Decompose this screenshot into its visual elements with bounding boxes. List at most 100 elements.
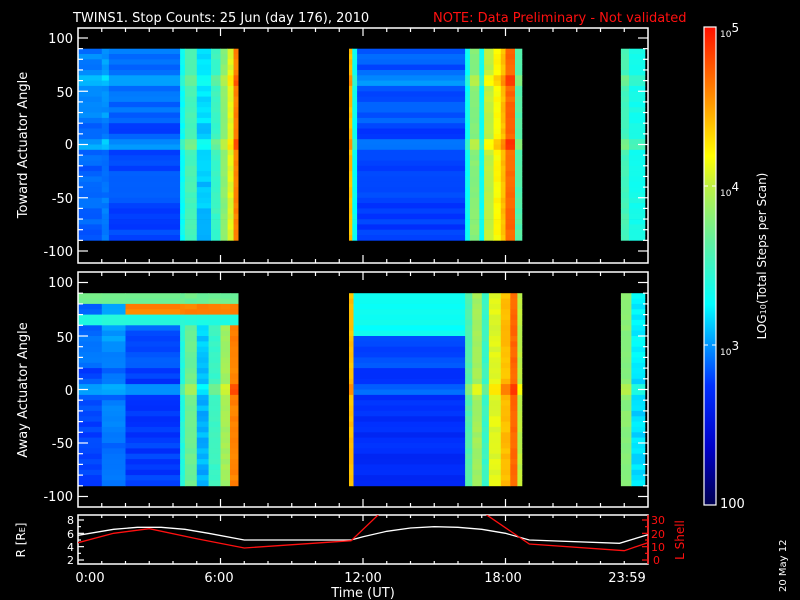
heatmap-cell — [352, 123, 358, 129]
heatmap-cell — [620, 394, 632, 401]
heatmap-cell — [493, 187, 502, 193]
l-shell-line — [78, 515, 648, 552]
heatmap-cell — [125, 432, 181, 439]
heatmap-cell — [101, 85, 110, 92]
heatmap-cell — [211, 155, 221, 161]
heatmap-cell — [493, 54, 502, 60]
heatmap-cell — [620, 459, 632, 465]
heatmap-cell — [500, 54, 506, 60]
heatmap-cell — [227, 107, 234, 113]
heatmap-cell — [220, 416, 231, 423]
heatmap-cell — [227, 59, 234, 65]
heatmap-cell — [349, 181, 353, 188]
heatmap-cell — [353, 378, 466, 385]
heatmap-cell — [629, 229, 646, 236]
heatmap-cell — [353, 352, 466, 358]
heatmap-cell — [211, 192, 221, 199]
heatmap-cell — [620, 149, 630, 156]
heatmap-cell — [472, 475, 483, 481]
heatmap-cell — [488, 378, 502, 385]
heatmap-cell — [488, 389, 502, 396]
heatmap-cell — [510, 384, 518, 390]
heatmap-cell — [505, 91, 516, 97]
heatmap-cell — [484, 123, 494, 129]
heatmap-cell — [481, 394, 490, 401]
heatmap-cell — [488, 368, 502, 374]
heatmap-cell — [500, 85, 506, 92]
heatmap-cell — [125, 469, 181, 476]
heatmap-cell — [620, 54, 630, 60]
heatmap-cell — [357, 133, 466, 140]
heatmap-cell — [230, 314, 239, 321]
heatmap-cell — [196, 341, 210, 348]
heatmap-cell — [465, 187, 471, 193]
heatmap-cell — [629, 54, 646, 60]
heatmap-cell — [208, 389, 221, 396]
heatmap-cell — [515, 208, 523, 215]
heatmap-cell — [620, 325, 632, 332]
heatmap-cell — [469, 176, 480, 183]
heatmap-cell — [620, 133, 630, 140]
heatmap-cell — [488, 443, 502, 449]
heatmap-cell — [484, 75, 494, 81]
heatmap-cell — [196, 421, 210, 428]
heatmap-cell — [493, 176, 502, 183]
heatmap-cell — [220, 176, 228, 183]
heatmap-cell — [469, 48, 480, 55]
heatmap-cell — [211, 80, 221, 87]
heatmap-cell — [211, 224, 221, 231]
heatmap-cell — [184, 464, 198, 471]
heatmap-cell — [220, 59, 228, 65]
heatmap-cell — [353, 469, 466, 476]
heatmap-cell — [349, 464, 354, 471]
heatmap-cell — [211, 208, 221, 215]
heatmap-cell — [233, 48, 239, 55]
r-tick-label: 4 — [67, 541, 74, 554]
heatmap-cell — [629, 197, 646, 204]
heatmap-cell — [469, 80, 480, 87]
heatmap-cell — [357, 176, 466, 183]
heatmap-cell — [465, 219, 471, 225]
heatmap-cell — [465, 426, 473, 433]
heatmap-cell — [227, 144, 234, 151]
heatmap-cell — [220, 480, 231, 487]
heatmap-cell — [484, 197, 494, 204]
heatmap-cell — [465, 165, 471, 172]
heatmap-cell — [349, 155, 353, 161]
heatmap-cell — [517, 298, 523, 305]
heatmap-cell — [505, 160, 516, 167]
heatmap-cell — [484, 107, 494, 113]
heatmap-cell — [196, 192, 212, 199]
heatmap-cell — [125, 421, 181, 428]
heatmap-cell — [220, 229, 228, 236]
heatmap-cell — [488, 293, 502, 299]
heatmap-cell — [101, 400, 126, 406]
heatmap-cell — [208, 373, 221, 380]
heatmap-cell — [500, 378, 511, 385]
heatmap-cell — [220, 181, 228, 188]
heatmap-cell — [479, 80, 485, 87]
heatmap-cell — [510, 325, 518, 332]
heatmap-cell — [78, 432, 103, 439]
heatmap-cell — [488, 448, 502, 455]
heatmap-cell — [500, 319, 511, 326]
heatmap-cell — [510, 464, 518, 471]
heatmap-cell — [505, 208, 516, 215]
heatmap-cell — [180, 368, 186, 374]
heatmap-cell — [233, 181, 239, 188]
heatmap-cell — [78, 421, 103, 428]
heatmap-cell — [505, 171, 516, 177]
heatmap-cell — [510, 378, 518, 385]
heatmap-cell — [220, 149, 228, 156]
heatmap-cell — [515, 192, 523, 199]
heatmap-cell — [488, 325, 502, 332]
heatmap-cell — [208, 303, 221, 310]
heatmap-cell — [465, 213, 471, 220]
heatmap-cell — [469, 101, 480, 108]
heatmap-cell — [517, 421, 523, 428]
l-tick-label: 30 — [651, 514, 665, 527]
heatmap-cell — [230, 298, 239, 305]
heatmap-cell — [349, 298, 354, 305]
heatmap-cell — [510, 459, 518, 465]
heatmap-cell — [125, 298, 181, 305]
